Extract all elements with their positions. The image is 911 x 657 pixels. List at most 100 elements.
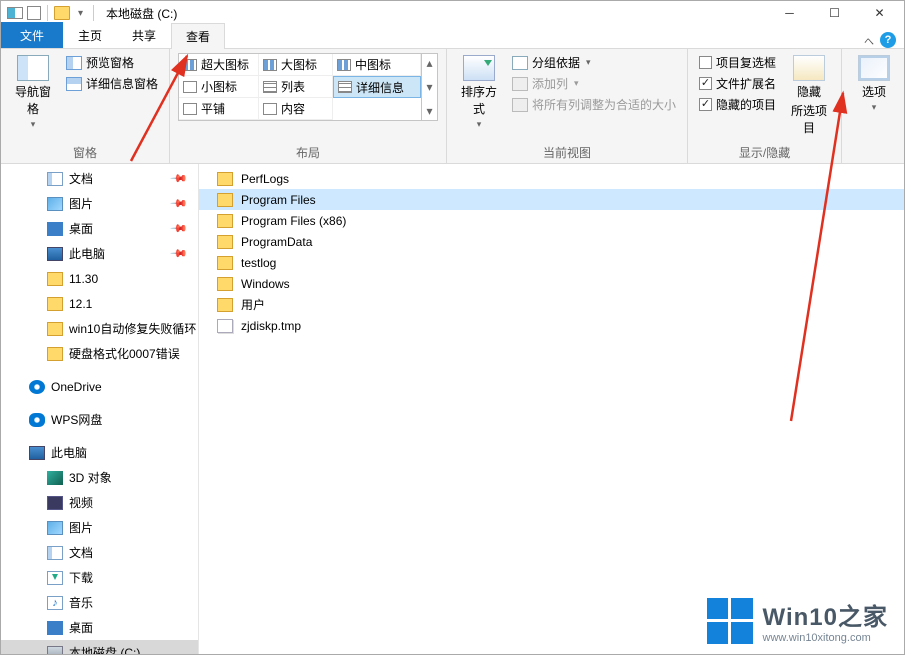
3d-icon [47, 471, 63, 485]
pc-icon [29, 446, 45, 460]
tree-item-label: 视频 [69, 494, 93, 511]
tree-item-label: 图片 [69, 195, 93, 212]
tree-item-label: 此电脑 [51, 444, 87, 461]
qat-props-icon[interactable] [27, 6, 41, 20]
tab-home[interactable]: 主页 [63, 22, 117, 48]
file-list[interactable]: PerfLogs Program FilesProgram Files (x86)… [199, 164, 904, 654]
layout-large-icons[interactable]: 大图标 [259, 54, 333, 76]
dl-icon [47, 571, 63, 585]
file-name: zjdiskp.tmp [241, 319, 301, 333]
folder-icon [217, 256, 233, 270]
file-row[interactable]: Windows [199, 273, 904, 294]
pc-icon [47, 247, 63, 261]
tree-item-label: 硬盘格式化0007错误 [69, 345, 180, 362]
layout-xl-icons[interactable]: 超大图标 [179, 54, 259, 76]
tree-item[interactable]: 桌面📌 [1, 216, 198, 241]
system-icon[interactable] [7, 7, 23, 19]
layout-gallery[interactable]: 超大图标 大图标 中图标 ▴▾▾ 小图标 列表 详细信息 平铺 内容 [178, 53, 438, 121]
hide-selected-button[interactable]: 隐藏 所选项目 [785, 53, 833, 138]
folder-icon [217, 193, 233, 207]
layout-content[interactable]: 内容 [259, 98, 333, 120]
tree-item[interactable]: win10自动修复失败循环 [1, 316, 198, 341]
tree-item[interactable]: 本地磁盘 (C:) [1, 640, 198, 654]
file-row[interactable]: Program Files (x86) [199, 210, 904, 231]
nav-pane-button[interactable]: 导航窗格 ▾ [9, 53, 57, 132]
tree-item[interactable]: 3D 对象 [1, 465, 198, 490]
file-row[interactable]: PerfLogs [199, 168, 904, 189]
details-pane-button[interactable]: 详细信息窗格 [63, 74, 161, 93]
tree-item-label: 图片 [69, 519, 93, 536]
layout-scroll[interactable]: ▴▾▾ [421, 54, 437, 120]
file-ext-toggle[interactable]: 文件扩展名 [696, 74, 779, 93]
mus-icon: ♪ [47, 596, 63, 610]
tree-item-label: OneDrive [51, 380, 102, 394]
watermark-url: www.win10xitong.com [763, 632, 888, 644]
ribbon-tabs: 文件 主页 共享 查看 へ ? [1, 25, 904, 49]
pin-icon: 📌 [170, 244, 189, 263]
maximize-button[interactable]: ☐ [812, 1, 857, 25]
pic-icon [47, 197, 63, 211]
item-checkboxes-toggle[interactable]: 项目复选框 [696, 53, 779, 72]
tree-item-label: WPS网盘 [51, 411, 102, 428]
pin-icon: 📌 [170, 194, 189, 213]
nav-tree[interactable]: 文档📌图片📌桌面📌此电脑📌11.3012.1win10自动修复失败循环硬盘格式化… [1, 164, 199, 654]
layout-small-icons[interactable]: 小图标 [179, 76, 259, 98]
tree-item[interactable]: ♪音乐 [1, 590, 198, 615]
qat-dropdown-icon[interactable]: ▾ [74, 8, 87, 19]
file-row[interactable]: Program Files [199, 189, 904, 210]
tree-item[interactable]: 硬盘格式化0007错误 [1, 341, 198, 366]
layout-details[interactable]: 详细信息 [333, 76, 421, 98]
preview-pane-button[interactable]: 预览窗格 [63, 53, 161, 72]
ribbon-group-layout: 超大图标 大图标 中图标 ▴▾▾ 小图标 列表 详细信息 平铺 内容 布局 [170, 49, 447, 163]
folder-icon [217, 298, 233, 312]
autofit-button[interactable]: 将所有列调整为合适的大小 [509, 95, 679, 114]
tree-item[interactable]: 桌面 [1, 615, 198, 640]
desk-icon [47, 222, 63, 236]
watermark: Win10之家 www.win10xitong.com [707, 597, 888, 644]
layout-tiles[interactable]: 平铺 [179, 98, 259, 120]
od-icon [29, 380, 45, 394]
tree-item[interactable]: 此电脑 [1, 440, 198, 465]
tab-view[interactable]: 查看 [171, 23, 225, 49]
minimize-button[interactable]: ─ [767, 1, 812, 25]
minimize-ribbon-icon[interactable]: へ [864, 33, 874, 48]
tree-item[interactable]: OneDrive [1, 374, 198, 399]
addcolumn-button[interactable]: 添加列▾ [509, 74, 679, 93]
tree-item-label: 11.30 [69, 272, 98, 286]
options-button[interactable]: 选项 ▾ [850, 53, 898, 115]
hidden-items-toggle[interactable]: 隐藏的项目 [696, 95, 779, 114]
groupby-button[interactable]: 分组依据▾ [509, 53, 679, 72]
tree-item[interactable]: 视频 [1, 490, 198, 515]
tree-item[interactable]: 图片 [1, 515, 198, 540]
group-label-currentview: 当前视图 [455, 142, 679, 161]
fold-icon [47, 272, 63, 286]
tree-item[interactable]: 文档 📌 [1, 166, 198, 191]
tree-item[interactable]: 图片 📌 [1, 191, 198, 216]
tab-file[interactable]: 文件 [1, 22, 63, 48]
tree-item[interactable]: 12.1 [1, 291, 198, 316]
pin-icon: 📌 [170, 169, 189, 188]
sort-button[interactable]: 排序方式 ▾ [455, 53, 503, 132]
layout-medium-icons[interactable]: 中图标 [333, 54, 421, 76]
layout-list[interactable]: 列表 [259, 76, 333, 98]
file-row[interactable]: zjdiskp.tmp [199, 315, 904, 336]
tab-share[interactable]: 共享 [117, 22, 171, 48]
qat-folder-icon[interactable] [54, 6, 70, 20]
file-row[interactable]: testlog [199, 252, 904, 273]
file-row[interactable]: 用户 [199, 294, 904, 315]
tree-item-label: 文档 [69, 170, 93, 187]
file-name: 用户 [241, 296, 265, 313]
tree-item[interactable]: 此电脑📌 [1, 241, 198, 266]
fold-icon [47, 347, 63, 361]
help-icon[interactable]: ? [880, 32, 896, 48]
tree-item[interactable]: 文档 [1, 540, 198, 565]
file-name: PerfLogs [241, 172, 289, 186]
folder-icon [217, 214, 233, 228]
close-button[interactable]: ✕ [857, 1, 902, 25]
tree-item[interactable]: 11.30 [1, 266, 198, 291]
pic-icon [47, 521, 63, 535]
tree-item[interactable]: WPS网盘 [1, 407, 198, 432]
tree-item[interactable]: 下载 [1, 565, 198, 590]
nav-pane-label: 导航窗格 [13, 83, 53, 117]
file-row[interactable]: ProgramData [199, 231, 904, 252]
